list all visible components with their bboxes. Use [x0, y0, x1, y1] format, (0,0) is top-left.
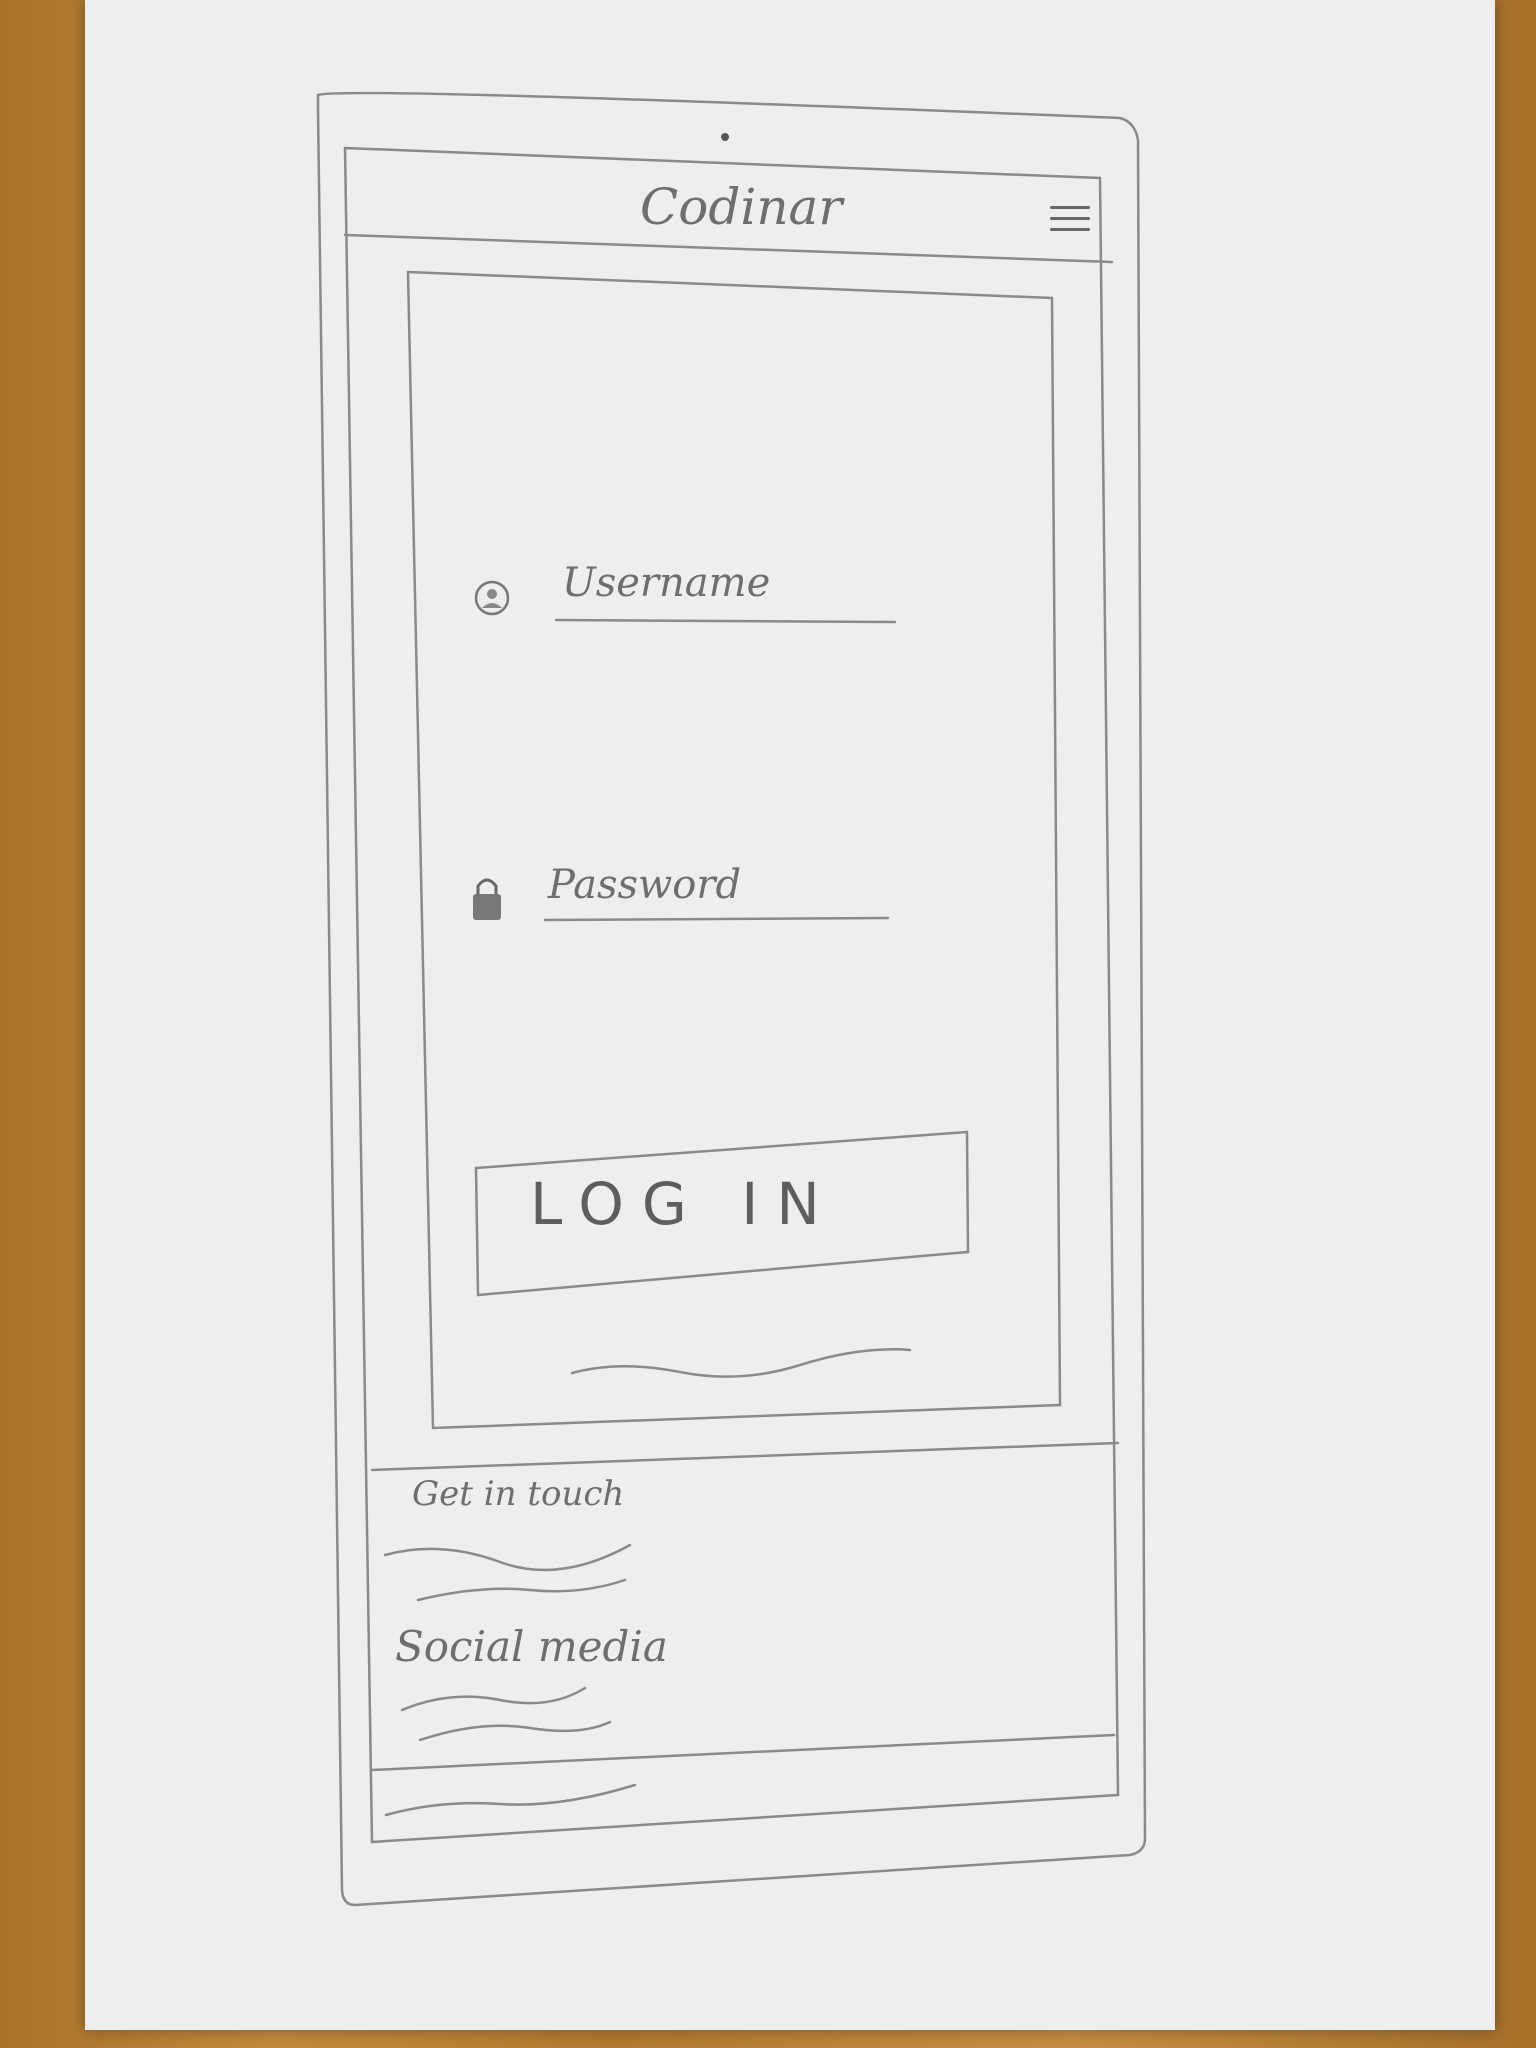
tablet-wireframe-sketch	[316, 91, 1147, 1907]
login-button[interactable]: LOG IN	[530, 1170, 838, 1238]
footer-divider	[370, 1441, 1120, 1472]
header-divider	[343, 233, 1114, 264]
password-underline	[543, 916, 890, 922]
squiggle-forgot-text	[570, 1348, 912, 1378]
social-media-heading: Social media	[395, 1622, 668, 1671]
user-icon	[474, 580, 510, 616]
screen-outline	[343, 146, 1120, 1844]
app-logo-title: Codinar	[640, 178, 843, 236]
bottom-bar-divider	[370, 1733, 1116, 1772]
username-input[interactable]: Username	[562, 560, 770, 606]
lock-icon	[473, 878, 501, 920]
hamburger-menu-icon[interactable]	[1050, 198, 1090, 250]
username-underline	[554, 618, 897, 624]
password-input[interactable]: Password	[548, 862, 741, 908]
login-card-outline	[406, 270, 1062, 1430]
contact-heading: Get in touch	[412, 1474, 625, 1514]
camera-dot	[721, 133, 729, 141]
